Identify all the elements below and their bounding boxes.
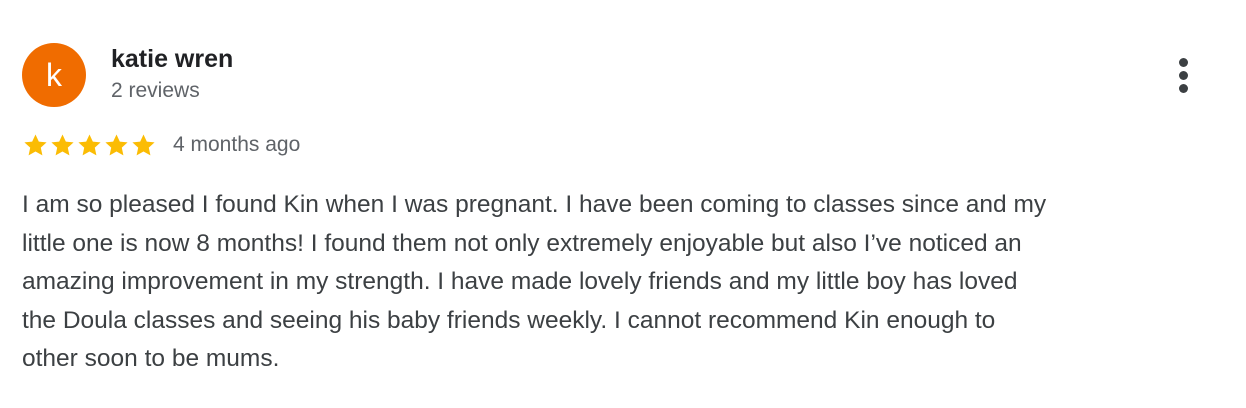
review-text-line: the Doula classes and seeing his baby fr… (22, 306, 996, 334)
reviewer-name[interactable]: katie wren (111, 44, 233, 74)
more-vert-icon (1179, 58, 1188, 67)
reviewer-review-count: 2 reviews (111, 79, 200, 102)
review-text-line: other soon to be mums. (22, 345, 280, 373)
star-icon (105, 133, 128, 155)
review-card: k katie wren 2 reviews 4 months ago I am… (0, 0, 1246, 408)
star-icon (132, 133, 155, 155)
rating-row: 4 months ago (22, 130, 300, 160)
review-date: 4 months ago (173, 133, 301, 156)
star-icon (78, 133, 101, 155)
star-icon (24, 133, 47, 155)
more-vert-icon-dot (1179, 84, 1188, 93)
more-vert-icon-dot (1179, 71, 1188, 80)
avatar[interactable]: k (22, 43, 86, 107)
more-options-button[interactable] (1164, 54, 1204, 96)
star-rating (22, 132, 157, 159)
review-text-line: amazing improvement in my strength. I ha… (22, 268, 1018, 296)
review-text-line: little one is now 8 months! I found them… (22, 229, 1022, 257)
review-text-line: I am so pleased I found Kin when I was p… (22, 191, 1047, 218)
review-text: I am so pleased I found Kin when I was p… (22, 186, 1222, 379)
star-icon (51, 133, 74, 155)
